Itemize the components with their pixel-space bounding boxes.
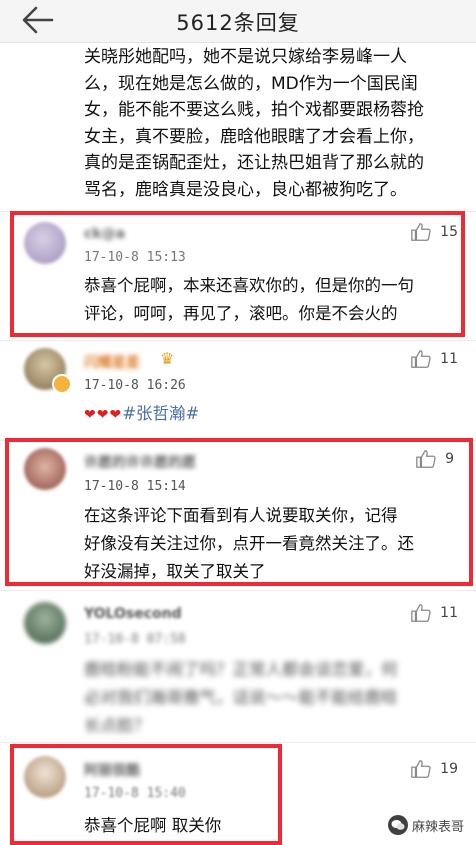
page-title: 5612条回复: [176, 11, 300, 35]
divider: [0, 440, 476, 441]
divider: [0, 590, 476, 591]
text-line: 骂名，鹿晗真是没良心，良心都被狗吃了。: [84, 179, 407, 200]
like-count: 11: [440, 605, 458, 621]
thumbs-up-icon: [411, 604, 431, 622]
timestamp: 17-10-8 07:58: [84, 632, 186, 647]
watermark: 麻辣表哥: [387, 815, 464, 835]
avatar[interactable]: [24, 448, 66, 490]
heart-emoji-icon: ❤❤❤: [84, 407, 123, 423]
comment-item[interactable]: ck@a 17-10-8 15:13 15 恭喜个屁啊，本来还喜欢你的，但是你的…: [0, 214, 476, 338]
text-line: 好像没有关注过你，点开一看竟然关注了。还: [84, 534, 414, 553]
comment-text: 鹿晗粉能不闹了吗？正常人都会谈恋爱，何 必对我们瀚哥撒气，话说～～能不能给鹿晗 …: [84, 656, 459, 740]
text-line: 真的是歪锅配歪灶，还让热巴姐背了那么就的: [84, 153, 424, 173]
text-line: 女，能不能不要这么贱，拍个戏都要跟杨蓉抢: [84, 100, 424, 120]
comment-item[interactable]: 闪耀星星 ♛ 17-10-8 16:26 11 ❤❤❤#张哲瀚#: [0, 342, 476, 438]
thumbs-up-icon: [411, 760, 431, 778]
like-button[interactable]: 11: [410, 602, 458, 624]
username[interactable]: ck@a: [84, 226, 125, 242]
timestamp: 17-10-8 15:13: [84, 250, 186, 265]
username[interactable]: 阿丽很酷: [84, 760, 140, 780]
timestamp: 17-10-8 15:14: [84, 479, 186, 494]
wechat-logo-icon: [387, 815, 408, 835]
avatar[interactable]: [24, 756, 66, 798]
like-button[interactable]: 19: [410, 758, 458, 780]
divider: [0, 211, 476, 212]
thumbs-up-icon: [411, 223, 431, 241]
thumbs-up-icon: [411, 350, 431, 368]
username[interactable]: 许愿的许许愿的愿: [84, 452, 196, 472]
text-line: 长点脸？: [84, 716, 150, 735]
username[interactable]: 闪耀星星: [84, 352, 140, 372]
comment-item[interactable]: YOLOsecond 17-10-8 07:58 11 鹿晗粉能不闹了吗？正常人…: [0, 594, 476, 740]
top-bar: 5612条回复: [0, 0, 476, 43]
timestamp: 17-10-8 16:26: [84, 378, 186, 393]
comment-item[interactable]: 许愿的许许愿的愿 17-10-8 15:14 9 在这条评论下面看到有人说要取关…: [0, 442, 476, 582]
like-count: 11: [440, 351, 458, 367]
like-button[interactable]: 11: [410, 348, 458, 370]
username[interactable]: YOLOsecond: [84, 606, 182, 622]
text-line: 关晓彤她配吗，她不是说只嫁给李易峰一人: [84, 47, 407, 67]
text-line: 恭喜个屁啊，本来还喜欢你的，但是你的一句: [84, 276, 414, 295]
text-line: 在这条评论下面看到有人说要取关你，记得: [84, 506, 398, 525]
avatar[interactable]: [24, 222, 66, 264]
text-line: 女主，真不要脸，鹿晗他眼瞎了才会看上你，: [84, 126, 424, 147]
like-count: 15: [440, 224, 458, 240]
divider: [0, 742, 476, 743]
crown-icon: ♛: [160, 349, 175, 368]
divider: [0, 340, 476, 341]
like-count: 19: [440, 761, 458, 777]
like-count: 9: [445, 451, 454, 467]
verified-badge: [52, 374, 72, 394]
like-button[interactable]: 15: [410, 221, 458, 243]
hashtag-link[interactable]: #张哲瀚#: [122, 404, 199, 423]
text-line: 必对我们瀚哥撒气，话说～～能不能给鹿晗: [84, 688, 398, 707]
comment-text: 恭喜个屁啊，本来还喜欢你的，但是你的一句 评论，呵呵，再见了，滚吧。你是不会火的: [84, 272, 459, 328]
thumbs-up-icon: [416, 450, 436, 468]
text-line: 么，现在她是怎么做的，MD作为一个国民闺: [84, 73, 418, 94]
like-button[interactable]: 9: [415, 448, 454, 470]
comment-text: ❤❤❤#张哲瀚#: [84, 400, 459, 429]
text-line: 好没漏掉，取关了取关了: [84, 562, 266, 581]
text-line: 鹿晗粉能不闹了吗？正常人都会谈恋爱，何: [84, 660, 398, 679]
comment-text-top: 关晓彤她配吗，她不是说只嫁给李易峰一人 么，现在她是怎么做的，MD作为一个国民闺…: [84, 44, 464, 203]
text-line: 评论，呵呵，再见了，滚吧。你是不会火的: [84, 304, 398, 323]
timestamp: 17-10-8 15:40: [84, 786, 186, 801]
avatar[interactable]: [24, 602, 66, 644]
comment-text: 在这条评论下面看到有人说要取关你，记得 好像没有关注过你，点开一看竟然关注了。还…: [84, 502, 459, 586]
watermark-text: 麻辣表哥: [411, 819, 464, 835]
